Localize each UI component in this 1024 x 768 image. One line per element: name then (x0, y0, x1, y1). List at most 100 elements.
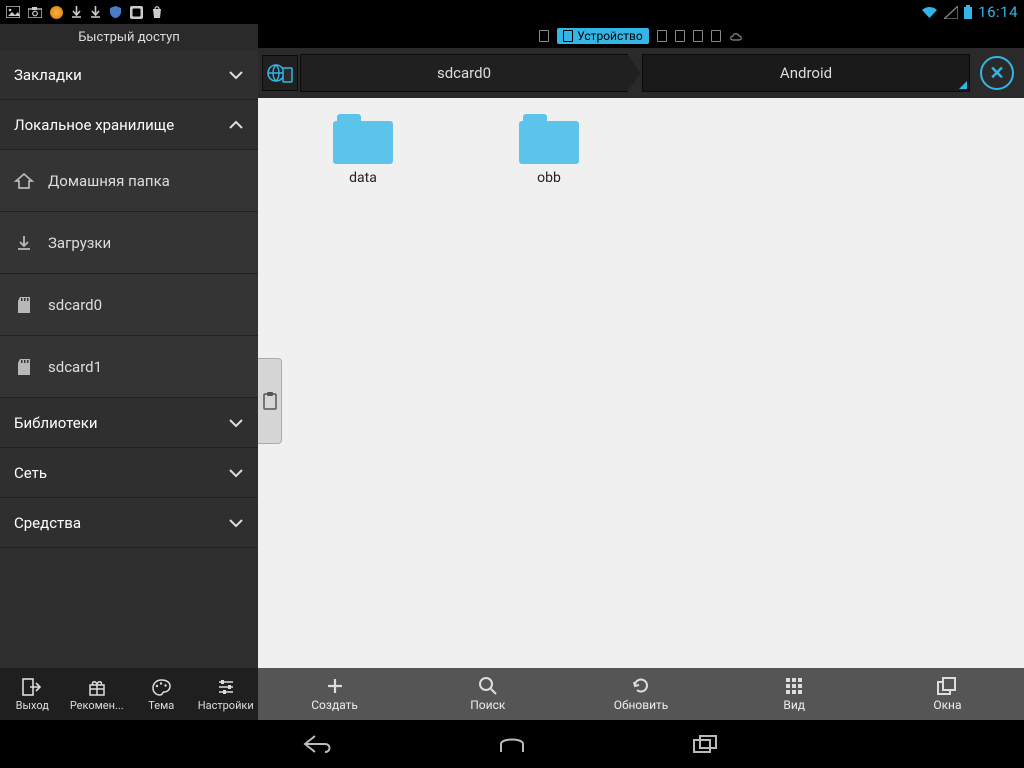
folder-label: obb (537, 170, 561, 186)
close-tab-button[interactable]: ✕ (980, 56, 1014, 90)
button-label: Настройки (198, 699, 254, 712)
status-clock: 16:14 (978, 3, 1018, 21)
device-icon (539, 30, 549, 42)
sidebar-item-downloads[interactable]: Загрузки (0, 212, 258, 274)
tab-label: Устройство (577, 29, 642, 43)
android-status-bar: 16:14 (0, 0, 1024, 24)
battery-icon (964, 5, 972, 19)
sidebar-item-label: Загрузки (48, 234, 111, 252)
device-icon (563, 30, 573, 42)
download-icon (14, 233, 34, 253)
plus-icon (325, 676, 345, 696)
chevron-down-icon (228, 70, 244, 80)
section-label: Локальное хранилище (14, 116, 174, 134)
sidebar-fill (0, 548, 258, 668)
view-button[interactable]: Вид (718, 668, 871, 720)
exit-button[interactable]: Выход (0, 668, 65, 720)
exit-icon (22, 677, 42, 697)
dropdown-corner-icon (959, 81, 967, 89)
refresh-icon (631, 676, 651, 696)
home-icon (497, 734, 527, 754)
recent-icon (692, 734, 720, 754)
camera-icon (28, 7, 42, 18)
tab-item-active[interactable]: Устройство (557, 28, 648, 44)
tab-item[interactable] (539, 30, 549, 42)
theme-button[interactable]: Тема (129, 668, 194, 720)
search-icon (478, 676, 498, 696)
home-icon (14, 171, 34, 191)
sidebar-section-libraries[interactable]: Библиотеки (0, 398, 258, 448)
tab-item[interactable] (693, 30, 703, 42)
palette-icon (152, 677, 171, 697)
back-icon (301, 733, 335, 755)
shopping-icon (151, 5, 163, 19)
breadcrumb-label: sdcard0 (437, 64, 491, 82)
breadcrumb-label: Android (780, 64, 832, 82)
button-label: Тема (148, 699, 174, 712)
breadcrumb-sdcard0[interactable]: sdcard0 (300, 54, 628, 92)
app-icon (130, 6, 143, 19)
sidebar-bottom-bar: Выход Рекомен... Тема Настройки (0, 668, 258, 720)
button-label: Окна (933, 698, 961, 712)
button-label: Рекомен... (70, 699, 124, 712)
tab-item[interactable] (657, 30, 667, 42)
search-button[interactable]: Поиск (411, 668, 564, 720)
button-label: Создать (311, 698, 358, 712)
recommend-button[interactable]: Рекомен... (65, 668, 130, 720)
create-button[interactable]: Создать (258, 668, 411, 720)
device-icon (693, 30, 703, 42)
section-label: Закладки (14, 66, 82, 84)
sliders-icon (216, 677, 236, 697)
nav-recent-button[interactable] (684, 729, 728, 759)
breadcrumb-android[interactable]: Android (642, 54, 970, 92)
sidebar-item-label: sdcard0 (48, 296, 102, 314)
sidebar: Быстрый доступ Закладки Локальное хранил… (0, 24, 258, 720)
folder-data[interactable]: data (270, 114, 456, 210)
gift-icon (88, 677, 106, 697)
sd-card-icon (14, 357, 34, 377)
nav-back-button[interactable] (296, 729, 340, 759)
sidebar-section-bookmarks[interactable]: Закладки (0, 50, 258, 100)
cloud-icon (729, 31, 743, 41)
sidebar-section-tools[interactable]: Средства (0, 498, 258, 548)
section-label: Библиотеки (14, 414, 97, 432)
sidebar-title: Быстрый доступ (0, 24, 258, 50)
download-icon (90, 6, 101, 19)
sidebar-section-network[interactable]: Сеть (0, 448, 258, 498)
status-right: 16:14 (921, 3, 1018, 21)
path-root-button[interactable] (262, 55, 298, 91)
folder-icon (519, 114, 579, 164)
app: Быстрый доступ Закладки Локальное хранил… (0, 24, 1024, 720)
sidebar-item-home[interactable]: Домашняя папка (0, 150, 258, 212)
clipboard-drawer-handle[interactable] (258, 358, 282, 444)
signal-icon (944, 6, 958, 19)
path-bar: sdcard0 Android ✕ (258, 48, 1024, 98)
device-icon (657, 30, 667, 42)
settings-button[interactable]: Настройки (194, 668, 259, 720)
folder-label: data (349, 170, 377, 186)
chevron-down-icon (228, 468, 244, 478)
device-icon (711, 30, 721, 42)
download-icon (71, 6, 82, 19)
sidebar-section-local[interactable]: Локальное хранилище (0, 100, 258, 150)
tab-item[interactable] (675, 30, 685, 42)
windows-icon (937, 676, 957, 696)
windows-button[interactable]: Окна (871, 668, 1024, 720)
folder-obb[interactable]: obb (456, 114, 642, 210)
chevron-down-icon (228, 418, 244, 428)
image-icon (6, 6, 20, 18)
tab-item[interactable] (729, 31, 743, 41)
file-grid[interactable]: data obb (258, 98, 1024, 668)
section-label: Сеть (14, 464, 47, 482)
sidebar-item-sdcard1[interactable]: sdcard1 (0, 336, 258, 398)
bottom-toolbar: Создать Поиск Обновить Вид Окна (258, 668, 1024, 720)
refresh-button[interactable]: Обновить (564, 668, 717, 720)
android-nav-bar (0, 720, 1024, 768)
tab-item[interactable] (711, 30, 721, 42)
sidebar-item-sdcard0[interactable]: sdcard0 (0, 274, 258, 336)
nav-home-button[interactable] (490, 729, 534, 759)
chevron-up-icon (228, 120, 244, 130)
section-label: Средства (14, 514, 81, 532)
button-label: Обновить (614, 698, 669, 712)
sidebar-item-label: sdcard1 (48, 358, 102, 376)
